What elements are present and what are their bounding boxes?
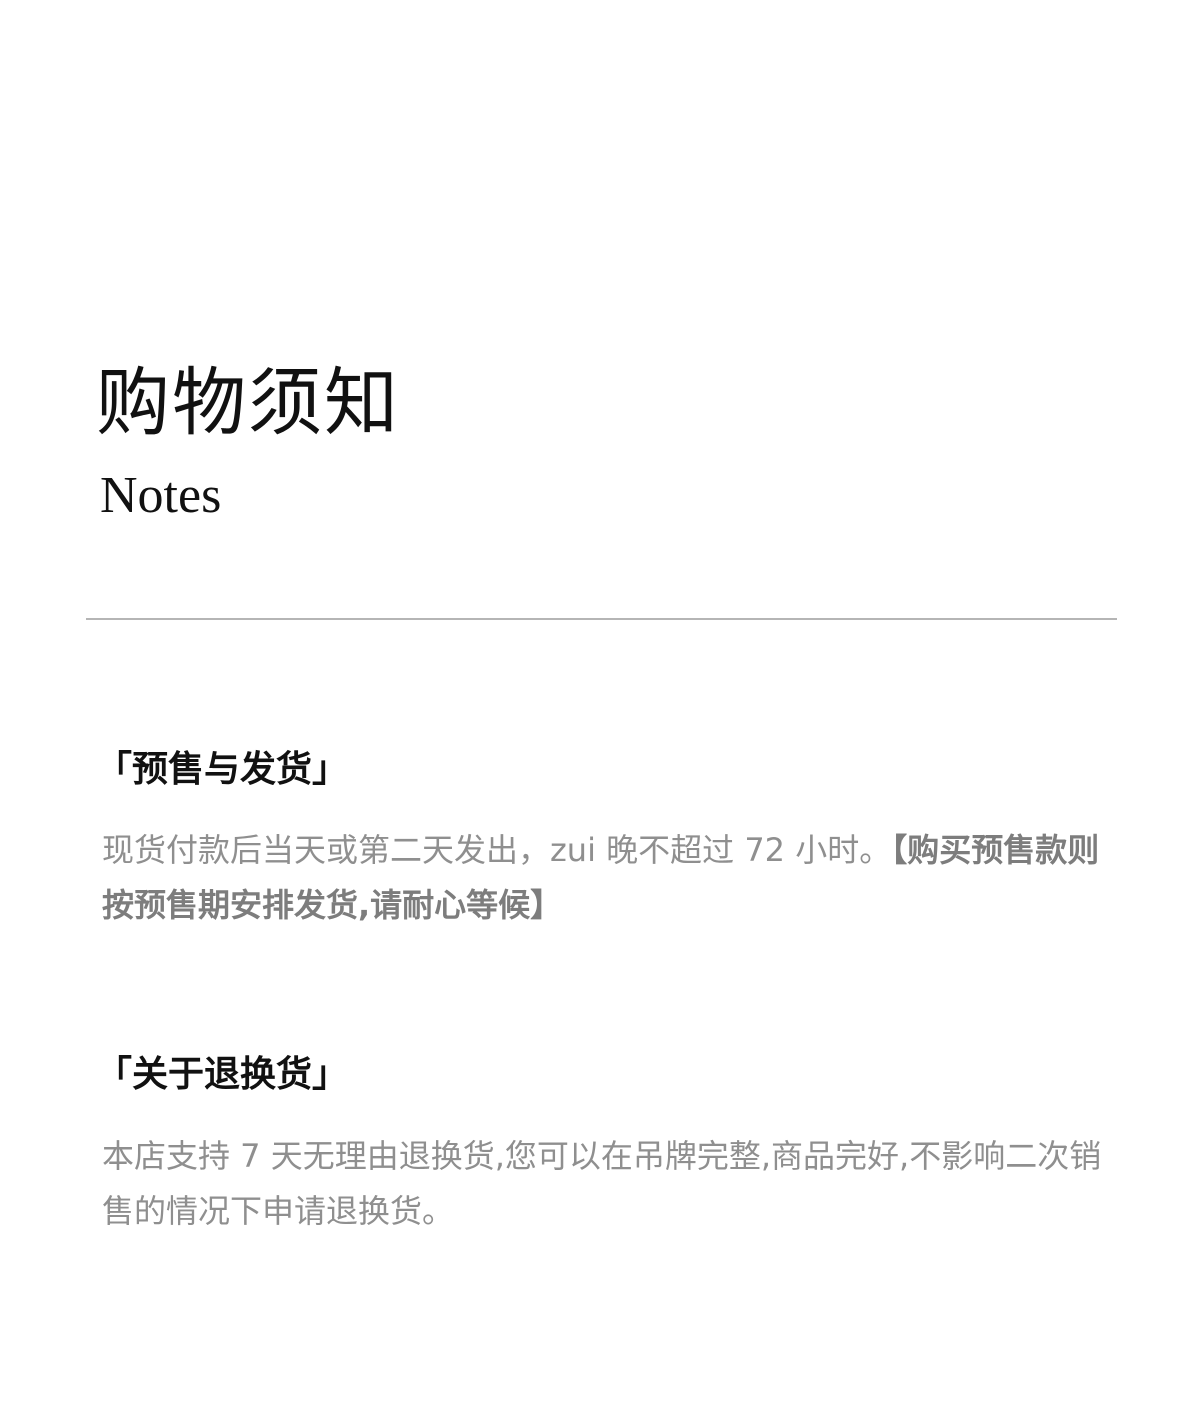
section-body-text: 现货付款后当天或第二天发出，zui 晚不超过 72 小时。 bbox=[102, 831, 892, 869]
section-heading-returns: 「关于退换货」 bbox=[96, 1054, 349, 1095]
shopping-notes-page: 购物须知 Notes 「预售与发货」 现货付款后当天或第二天发出，zui 晚不超… bbox=[0, 0, 1200, 1408]
section-heading-presale-shipping: 「预售与发货」 bbox=[96, 749, 349, 790]
section-body-text: 本店支持 7 天无理由退换货,您可以在吊牌完整,商品完好,不影响二次销售的情况下… bbox=[102, 1137, 1102, 1230]
section-body-presale-shipping: 现货付款后当天或第二天发出，zui 晚不超过 72 小时。【购买预售款则按预售期… bbox=[102, 823, 1107, 933]
divider bbox=[86, 618, 1117, 620]
section-body-returns: 本店支持 7 天无理由退换货,您可以在吊牌完整,商品完好,不影响二次销售的情况下… bbox=[102, 1129, 1107, 1239]
page-subtitle: Notes bbox=[100, 467, 222, 524]
page-title: 购物须知 bbox=[96, 360, 400, 446]
